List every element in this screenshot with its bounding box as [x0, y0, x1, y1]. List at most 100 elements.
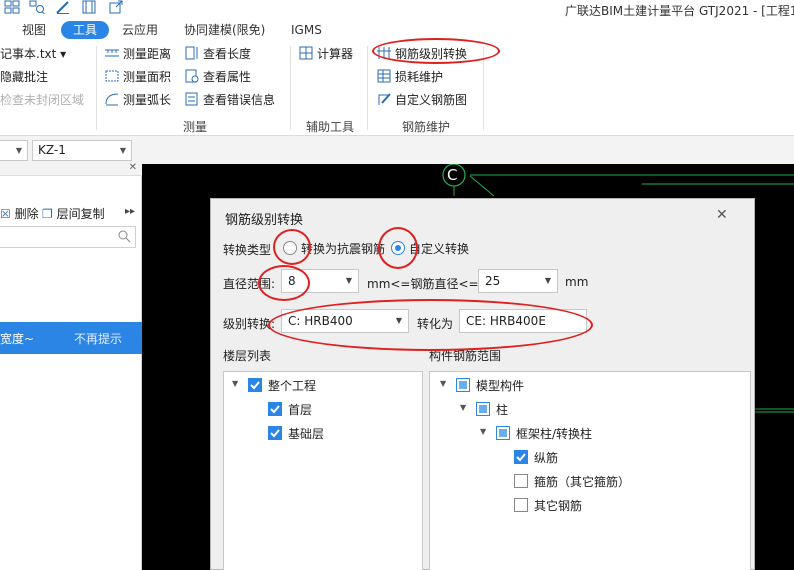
tip-text: 宽度~ — [0, 332, 35, 346]
floor-label: 首层 — [288, 403, 313, 417]
radio-custom[interactable] — [391, 241, 405, 255]
radio-seismic[interactable] — [283, 241, 297, 255]
diameter-unit: mm — [565, 275, 589, 289]
pen-icon[interactable] — [55, 0, 73, 16]
delete-label: 删除 — [14, 207, 39, 221]
diameter-min-select[interactable]: 8 ▼ — [281, 269, 359, 293]
chevron-down-icon: ▼ — [15, 146, 22, 155]
copy-icon: ❐ — [42, 207, 53, 221]
rebar-group-label: 钢筋维护 — [402, 120, 451, 134]
divider — [290, 46, 291, 130]
dialog-title: 钢筋级别转换 — [225, 213, 304, 228]
aux-group-label: 辅助工具 — [306, 120, 355, 134]
tab-view[interactable]: 视图 — [22, 21, 50, 39]
dismiss-tip-link[interactable]: 不再提示 — [74, 330, 122, 347]
checkbox[interactable] — [456, 378, 470, 392]
rebar-grade-convert-button[interactable]: 钢筋级别转换 — [376, 44, 467, 64]
custom-drawing-icon — [376, 92, 392, 106]
error-list-icon — [184, 92, 200, 106]
chevron-down-icon: ▼ — [544, 276, 551, 285]
expand-icon[interactable]: ▼ — [232, 379, 238, 388]
more-icon[interactable]: ▸▸ — [125, 206, 135, 217]
tab-cloud[interactable]: 云应用 — [122, 21, 162, 39]
area-icon — [104, 69, 120, 83]
chevron-down-icon: ▼ — [119, 146, 126, 155]
ruler-icon — [104, 46, 120, 60]
chevron-down-icon: ▼ — [345, 276, 352, 285]
find-icon[interactable] — [29, 0, 47, 16]
convert-to-label: 转化为 — [417, 317, 454, 331]
component-label: 框架柱/转换柱 — [516, 427, 593, 441]
copy-floors-button[interactable]: ❐ 层间复制 — [42, 204, 105, 224]
loss-maintenance-button[interactable]: 损耗维护 — [376, 67, 443, 87]
chevron-down-icon: ▼ — [395, 316, 402, 325]
component-label: 纵筋 — [534, 451, 559, 465]
divider — [483, 46, 484, 130]
divider — [96, 46, 97, 130]
seismic-option-label: 转换为抗震钢筋 — [301, 242, 386, 256]
floor-tree: ▼ 整个工程 首层 基础层 — [223, 371, 423, 570]
measure-area-button[interactable]: 测量面积 — [104, 67, 171, 87]
grid-icon[interactable] — [4, 0, 22, 16]
custom-rebar-drawing-button[interactable]: 自定义钢筋图 — [376, 90, 467, 110]
view-properties-button[interactable]: 查看属性 — [184, 67, 251, 87]
expand-icon[interactable]: ▼ — [460, 403, 466, 412]
diameter-max-value: 25 — [485, 274, 501, 288]
checkbox[interactable] — [514, 474, 528, 488]
delete-icon: ☒ — [0, 207, 11, 221]
rebar-convert-icon — [376, 46, 392, 60]
window-title: 广联达BIM土建计量平台 GTJ2021 - [工程1 — [565, 4, 794, 18]
checkbox[interactable] — [268, 426, 282, 440]
view-length-label: 查看长度 — [203, 47, 252, 61]
export-icon[interactable] — [108, 0, 126, 16]
component-tree: ▼ 模型构件 ▼ 柱 ▼ 框架柱/转换柱 纵筋 箍筋（其它箍筋） 其它钢筋 — [429, 371, 751, 570]
table-icon — [376, 69, 392, 83]
arc-icon — [104, 92, 120, 106]
diameter-condition-text: mm<=钢筋直径<= — [367, 277, 479, 291]
measure-distance-button[interactable]: 测量距离 — [104, 44, 171, 64]
measure-arc-button[interactable]: 测量弧长 — [104, 90, 171, 110]
view-properties-label: 查看属性 — [203, 70, 252, 84]
copy-floors-label: 层间复制 — [56, 207, 105, 221]
search-input[interactable] — [0, 226, 136, 248]
checkbox[interactable] — [496, 426, 510, 440]
axis-label: C — [447, 166, 458, 184]
component-label: 箍筋（其它箍筋） — [534, 475, 631, 489]
close-icon[interactable]: ✕ — [716, 207, 728, 223]
panel-header: ✕ — [0, 162, 142, 176]
calculator-button[interactable]: 计算器 — [298, 44, 353, 64]
title-bar: 广联达BIM土建计量平台 GTJ2021 - [工程1 视图 工具 云应用 协同… — [0, 0, 794, 40]
close-icon[interactable]: ✕ — [129, 162, 137, 173]
notepad-item[interactable]: 记事本.txt ▾ — [0, 44, 66, 64]
component-label: 其它钢筋 — [534, 499, 583, 513]
grade-from-select[interactable]: C: HRB400 ▼ — [281, 309, 409, 333]
grade-to-field[interactable]: CE: HRB400E — [459, 309, 587, 333]
hide-annotations-item[interactable]: 隐藏批注 — [0, 67, 48, 87]
delete-button[interactable]: ☒ 删除 — [0, 204, 39, 224]
component-combo-value: KZ-1 — [38, 143, 66, 157]
measure-area-label: 测量面积 — [123, 70, 172, 84]
tab-igms[interactable]: IGMS — [291, 21, 327, 39]
diameter-min-value: 8 — [288, 274, 296, 288]
check-unclosed-item[interactable]: 检查未封闭区域 — [0, 90, 84, 110]
checkbox[interactable] — [268, 402, 282, 416]
checkbox[interactable] — [514, 498, 528, 512]
checkbox[interactable] — [248, 378, 262, 392]
tab-tools[interactable]: 工具 — [61, 21, 109, 39]
floor-label: 基础层 — [288, 427, 325, 441]
view-errors-button[interactable]: 查看错误信息 — [184, 90, 275, 110]
left-panel: ✕ ☒ 删除 ❐ 层间复制 ▸▸ 宽度~ 不再提示 — [0, 162, 142, 570]
checkbox[interactable] — [514, 450, 528, 464]
view-length-button[interactable]: 查看长度 — [184, 44, 251, 64]
tab-collab[interactable]: 协同建模(限免) — [184, 21, 274, 39]
floor-combo[interactable]: ▼ — [0, 140, 28, 161]
checkbox[interactable] — [476, 402, 490, 416]
grade-from-value: C: HRB400 — [288, 314, 353, 328]
length-icon — [184, 46, 200, 60]
film-icon[interactable] — [81, 0, 99, 16]
expand-icon[interactable]: ▼ — [480, 427, 486, 436]
component-combo[interactable]: KZ-1 ▼ — [32, 140, 132, 161]
properties-icon — [184, 69, 200, 83]
expand-icon[interactable]: ▼ — [440, 379, 446, 388]
diameter-max-select[interactable]: 25 ▼ — [478, 269, 558, 293]
